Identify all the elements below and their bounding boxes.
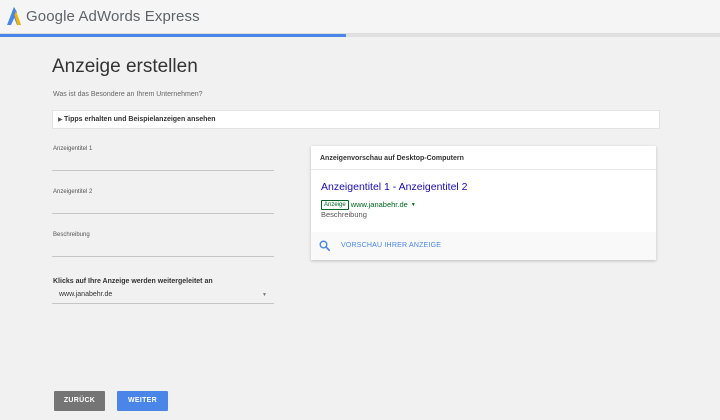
headline2-label: Anzeigentitel 2 [53, 189, 93, 195]
chevron-down-icon: ▼ [262, 292, 267, 298]
tips-expander[interactable]: ▶ Tipps erhalten und Beispielanzeigen an… [52, 110, 660, 129]
ad-badge: Anzeige [321, 199, 349, 210]
app-brand: Google AdWords Express [26, 8, 200, 25]
ad-preview-url: www.janabehr.de [350, 200, 408, 210]
caret-down-icon: ▼ [410, 201, 416, 208]
ad-preview-title: Anzeigentitel 1 - Anzeigentitel 2 [321, 181, 468, 193]
adwords-logo-icon [7, 7, 21, 25]
page-title: Anzeige erstellen [52, 56, 198, 77]
progress-bar [0, 34, 720, 37]
redirect-label: Klicks auf Ihre Anzeige werden weitergel… [53, 278, 213, 285]
redirect-url-select[interactable]: www.janabehr.de ▼ [52, 289, 274, 304]
next-button[interactable]: WEITER [117, 391, 168, 411]
headline2-field[interactable]: Anzeigentitel 2 [52, 186, 274, 214]
ad-preview-description: Beschreibung [321, 210, 367, 219]
description-field[interactable]: Beschreibung [52, 229, 274, 257]
ad-preview-url-line: Anzeige www.janabehr.de ▼ [321, 196, 416, 210]
progress-fill [0, 34, 346, 37]
description-label: Beschreibung [53, 232, 90, 238]
preview-header-text: Anzeigenvorschau auf Desktop-Computern [320, 155, 464, 162]
ad-preview-card: Anzeigenvorschau auf Desktop-Computern A… [311, 146, 656, 260]
headline1-label: Anzeigentitel 1 [53, 146, 93, 152]
tips-label: Tipps erhalten und Beispielanzeigen anse… [64, 116, 216, 123]
back-button[interactable]: ZURÜCK [54, 391, 105, 411]
redirect-url-value: www.janabehr.de [59, 291, 113, 298]
search-icon [319, 240, 330, 251]
preview-ad-link-label: VORSCHAU IHRER ANZEIGE [341, 242, 442, 249]
page-subtitle: Was ist das Besondere an Ihrem Unternehm… [53, 91, 203, 98]
top-bar: Google AdWords Express [0, 0, 720, 34]
preview-header: Anzeigenvorschau auf Desktop-Computern [311, 146, 656, 170]
preview-footer: VORSCHAU IHRER ANZEIGE [311, 232, 656, 260]
triangle-right-icon: ▶ [58, 117, 63, 123]
headline1-field[interactable]: Anzeigentitel 1 [52, 143, 274, 171]
